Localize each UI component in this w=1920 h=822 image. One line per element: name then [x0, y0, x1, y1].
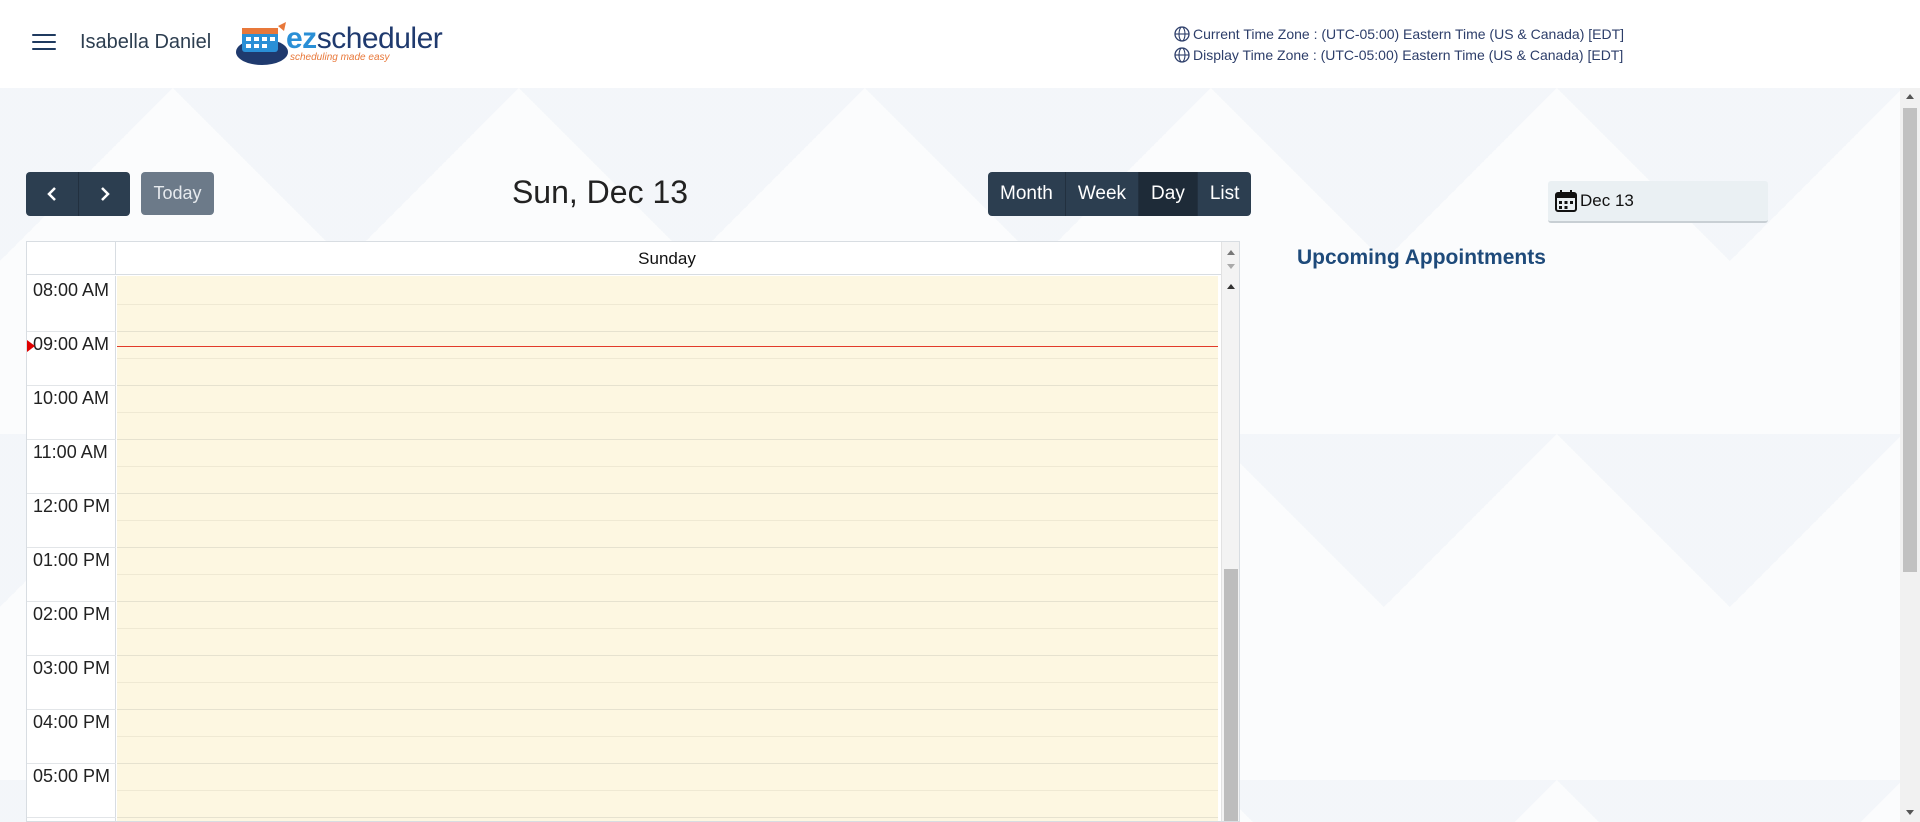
week-view-button[interactable]: Week	[1064, 172, 1139, 216]
calendar-scrollbar[interactable]	[1221, 242, 1239, 821]
globe-icon	[1174, 46, 1190, 63]
time-slot-label: 09:00 AM	[33, 334, 110, 354]
date-picker-label: Dec 13	[1580, 191, 1634, 210]
now-indicator-arrow	[27, 340, 35, 352]
half-hour-divider	[117, 466, 1218, 467]
prev-button[interactable]	[26, 172, 78, 216]
day-view-button[interactable]: Day	[1138, 172, 1197, 216]
hour-divider	[117, 493, 1218, 494]
scroll-up-icon[interactable]	[1227, 250, 1235, 255]
half-hour-divider	[117, 412, 1218, 413]
next-button[interactable]	[78, 172, 130, 216]
timezone-info: Current Time Zone : (UTC-05:00) Eastern …	[1174, 23, 1624, 65]
scrollbar-thumb[interactable]	[1224, 569, 1238, 821]
today-button[interactable]: Today	[141, 172, 214, 215]
hour-divider	[27, 331, 116, 332]
user-name[interactable]: Isabella Daniel	[80, 31, 211, 54]
calendar-icon	[1555, 190, 1577, 212]
time-gutter-header	[27, 242, 116, 275]
scroll-up-icon[interactable]	[1227, 284, 1235, 289]
time-slot-label: 04:00 PM	[33, 712, 111, 732]
scroll-down-icon[interactable]	[1906, 810, 1914, 815]
chevron-left-icon	[47, 187, 56, 201]
half-hour-divider	[117, 628, 1218, 629]
hour-divider	[117, 601, 1218, 602]
hour-divider	[117, 439, 1218, 440]
time-slot-label: 01:00 PM	[33, 550, 111, 570]
hour-divider	[117, 385, 1218, 386]
view-switcher: Month Week Day List	[988, 172, 1252, 216]
display-timezone-text: Display Time Zone : (UTC-05:00) Eastern …	[1193, 46, 1624, 63]
half-hour-divider	[117, 304, 1218, 305]
time-gutter: 08:00 AM 09:00 AM 10:00 AM 11:00 AM 12:00 PM…	[27, 276, 116, 821]
time-slot-label: 11:00 AM	[33, 442, 108, 462]
hour-divider	[27, 709, 116, 710]
ezscheduler-logo[interactable]: ezscheduler scheduling made easy	[232, 18, 444, 68]
display-timezone: Display Time Zone : (UTC-05:00) Eastern …	[1174, 44, 1624, 65]
logo-tagline: scheduling made easy	[290, 52, 390, 63]
globe-icon	[1174, 25, 1190, 42]
half-hour-divider	[117, 358, 1218, 359]
time-slot-label: 05:00 PM	[33, 766, 111, 786]
time-slot-label: 03:00 PM	[33, 658, 111, 678]
half-hour-divider	[117, 682, 1218, 683]
hour-divider	[27, 385, 116, 386]
current-timezone: Current Time Zone : (UTC-05:00) Eastern …	[1174, 23, 1624, 44]
day-column-header[interactable]: Sunday	[116, 242, 1218, 275]
half-hour-divider	[117, 790, 1218, 791]
upcoming-appointments-title: Upcoming Appointments	[1297, 246, 1546, 269]
logo-wordmark: ezscheduler	[286, 22, 443, 55]
hour-divider	[117, 817, 1218, 818]
hour-divider	[27, 817, 116, 818]
day-calendar: Sunday 08:00 AM 09:00 AM 10:00 AM 11:00 AM 1…	[26, 241, 1240, 822]
hour-divider	[27, 547, 116, 548]
date-picker[interactable]: Dec 13	[1548, 181, 1768, 223]
calendar-body: 08:00 AM 09:00 AM 10:00 AM 11:00 AM 12:00 PM…	[27, 276, 1221, 821]
hour-divider	[117, 331, 1218, 332]
hour-divider	[27, 493, 116, 494]
menu-icon[interactable]	[32, 34, 56, 52]
half-hour-divider	[117, 574, 1218, 575]
now-indicator-line	[117, 346, 1218, 347]
hour-divider	[117, 709, 1218, 710]
chevron-right-icon	[100, 187, 110, 201]
time-slot-label: 12:00 PM	[33, 496, 111, 516]
hour-divider	[117, 763, 1218, 764]
half-hour-divider	[117, 736, 1218, 737]
hour-divider	[27, 439, 116, 440]
scroll-down-icon[interactable]	[1227, 264, 1235, 269]
scroll-up-icon[interactable]	[1906, 94, 1914, 99]
date-navigation	[26, 172, 130, 216]
calendar-logo-icon	[236, 22, 288, 65]
current-timezone-text: Current Time Zone : (UTC-05:00) Eastern …	[1193, 25, 1625, 42]
hour-divider	[27, 763, 116, 764]
half-hour-divider	[117, 520, 1218, 521]
app-header: Isabella Daniel ezscheduler scheduling m…	[0, 0, 1920, 88]
page-scrollbar-thumb[interactable]	[1903, 108, 1917, 572]
calendar-title: Sun, Dec 13	[511, 174, 689, 210]
list-view-button[interactable]: List	[1196, 172, 1252, 216]
hour-divider	[27, 655, 116, 656]
hour-divider	[117, 547, 1218, 548]
hour-divider	[117, 655, 1218, 656]
calendar-header: Sunday	[27, 242, 1221, 275]
page-scrollbar[interactable]	[1900, 88, 1920, 822]
day-column[interactable]	[117, 276, 1218, 821]
time-slot-label: 10:00 AM	[33, 388, 110, 408]
month-view-button[interactable]: Month	[988, 172, 1065, 216]
hour-divider	[27, 601, 116, 602]
time-slot-label: 02:00 PM	[33, 604, 111, 624]
time-slot-label: 08:00 AM	[33, 280, 110, 300]
